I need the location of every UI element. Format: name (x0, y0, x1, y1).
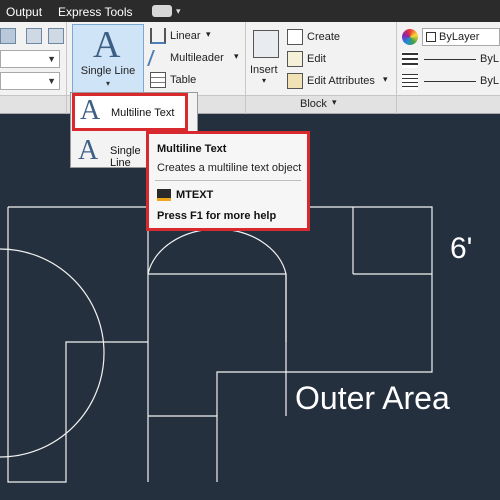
panel-divider (245, 22, 246, 114)
copy-icon[interactable] (48, 28, 64, 44)
edit-block-icon[interactable] (287, 51, 303, 67)
table-button[interactable]: Table (170, 74, 196, 86)
color-swatch (426, 32, 436, 42)
center-room-outline (147, 207, 287, 482)
multileader-button[interactable]: Multileader (170, 52, 224, 64)
lineweight-value: ByL (480, 75, 499, 87)
table-icon[interactable] (150, 72, 166, 88)
tooltip-command: MTEXT (176, 189, 214, 201)
lineweight-dropdown[interactable]: ByL (422, 73, 500, 91)
single-line-text-button[interactable]: A Single Line ▾ (72, 24, 144, 94)
move-icon[interactable] (26, 28, 42, 44)
tooltip-description: Creates a multiline text object (157, 162, 302, 174)
ribbon-tab-bar: Output Express Tools ▾ (0, 0, 500, 22)
line-preview (424, 81, 476, 82)
text-A-icon: A (93, 24, 121, 66)
dimension-label[interactable]: 6' (450, 232, 472, 266)
linear-button[interactable]: Linear (170, 30, 201, 42)
chevron-down-icon[interactable]: ▾ (332, 97, 337, 108)
chevron-down-icon[interactable]: ▾ (176, 1, 181, 21)
create-block-icon[interactable] (287, 29, 303, 45)
lineweight-icon[interactable] (402, 52, 418, 68)
command-line-icon (157, 189, 171, 201)
insert-button[interactable]: Insert (250, 64, 278, 76)
tab-express-tools[interactable]: Express Tools (58, 2, 132, 22)
color-value: ByLayer (439, 31, 480, 43)
tooltip-divider (155, 180, 301, 181)
line-preview (424, 59, 476, 60)
left-arc (0, 248, 105, 458)
linetype-dropdown[interactable]: ByL (422, 51, 500, 69)
room-label[interactable]: Outer Area (295, 380, 450, 417)
menu-item-multiline-text[interactable]: A Multiline Text (72, 93, 188, 131)
chevron-down-icon: ▼ (47, 54, 56, 64)
color-dropdown[interactable]: ByLayer (422, 28, 500, 46)
chevron-down-icon: ▼ (47, 76, 56, 86)
chevron-down-icon[interactable]: ▾ (234, 51, 239, 62)
edit-icon[interactable] (0, 28, 16, 44)
chevron-down-icon[interactable]: ▾ (383, 74, 388, 85)
layer-state-dropdown[interactable]: ▼ (0, 72, 60, 90)
edit-attributes-icon[interactable] (287, 73, 303, 89)
panel-divider (66, 22, 67, 114)
linear-dimension-icon[interactable] (150, 28, 166, 44)
tooltip-help: Press F1 for more help (157, 210, 277, 222)
chevron-down-icon[interactable]: ▾ (262, 76, 266, 85)
layer-dropdown[interactable]: ▼ (0, 50, 60, 68)
panel-divider (396, 22, 397, 114)
left-room-outline (7, 206, 148, 483)
edit-button[interactable]: Edit (307, 53, 326, 65)
chevron-down-icon: ▾ (105, 79, 110, 88)
insert-block-icon[interactable] (253, 30, 279, 58)
color-wheel-icon[interactable] (402, 29, 418, 45)
single-line-label: Single Line (80, 65, 136, 77)
menu-item-label: Single Line (110, 145, 141, 169)
linetype-value: ByL (480, 53, 499, 65)
tooltip-title: Multiline Text (157, 143, 227, 155)
tab-output[interactable]: Output (6, 2, 42, 22)
menu-item-single-line[interactable]: A Single Line (72, 133, 150, 169)
menu-item-label: Multiline Text (111, 107, 175, 119)
tooltip: Multiline Text Creates a multiline text … (146, 131, 310, 231)
chevron-down-icon[interactable]: ▾ (206, 29, 211, 40)
center-dome (147, 228, 287, 275)
multiline-text-icon: A (80, 95, 101, 126)
single-line-text-icon: A (78, 135, 99, 166)
create-button[interactable]: Create (307, 31, 340, 43)
workspace-switch-icon[interactable] (152, 5, 172, 17)
edit-attributes-button[interactable]: Edit Attributes (307, 75, 375, 87)
block-panel-title[interactable]: Block (300, 98, 327, 110)
linetype-icon[interactable] (402, 74, 418, 90)
